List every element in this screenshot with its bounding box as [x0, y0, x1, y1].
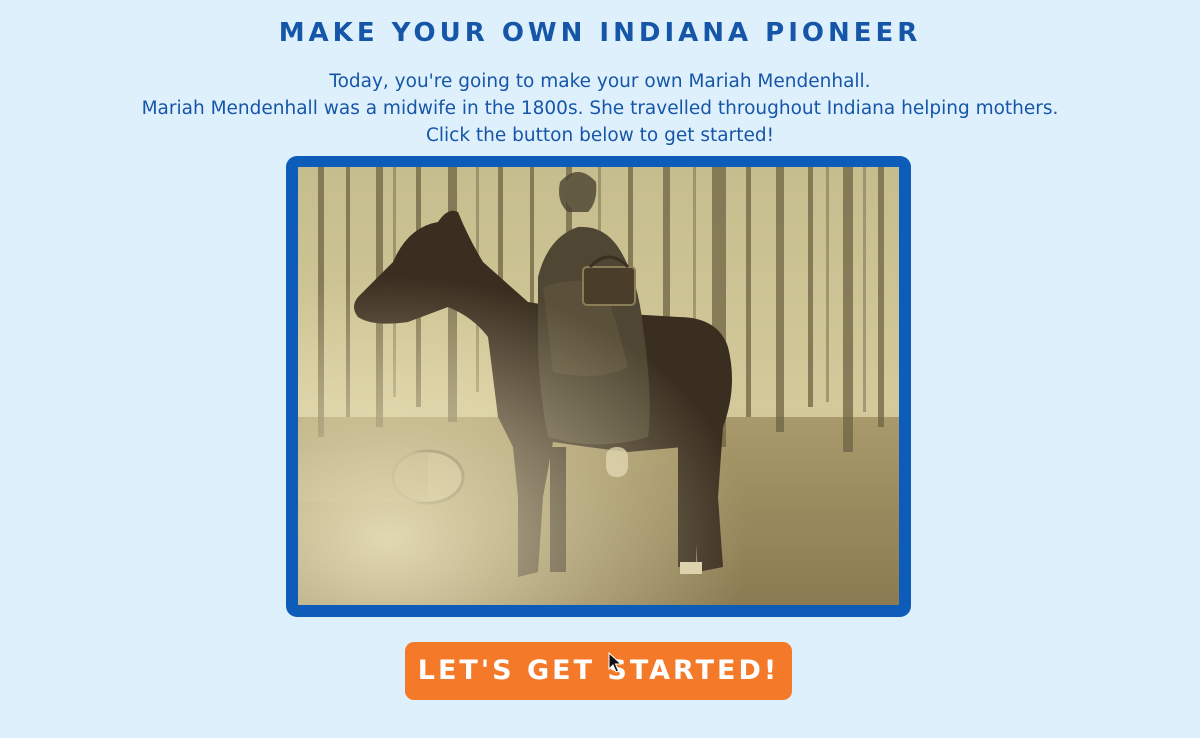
photo-frame — [286, 156, 911, 617]
intro-line-3: Click the button below to get started! — [425, 125, 775, 146]
intro-text: Today, you're going to make your own Mar… — [0, 68, 1200, 149]
page-title: MAKE YOUR OWN INDIANA PIONEER — [278, 18, 922, 48]
intro-line-1: Today, you're going to make your own Mar… — [329, 71, 871, 92]
intro-line-2: Mariah Mendenhall was a midwife in the 1… — [141, 98, 1059, 119]
pioneer-photo — [298, 167, 899, 605]
get-started-button[interactable]: LET'S GET STARTED! — [405, 642, 792, 700]
